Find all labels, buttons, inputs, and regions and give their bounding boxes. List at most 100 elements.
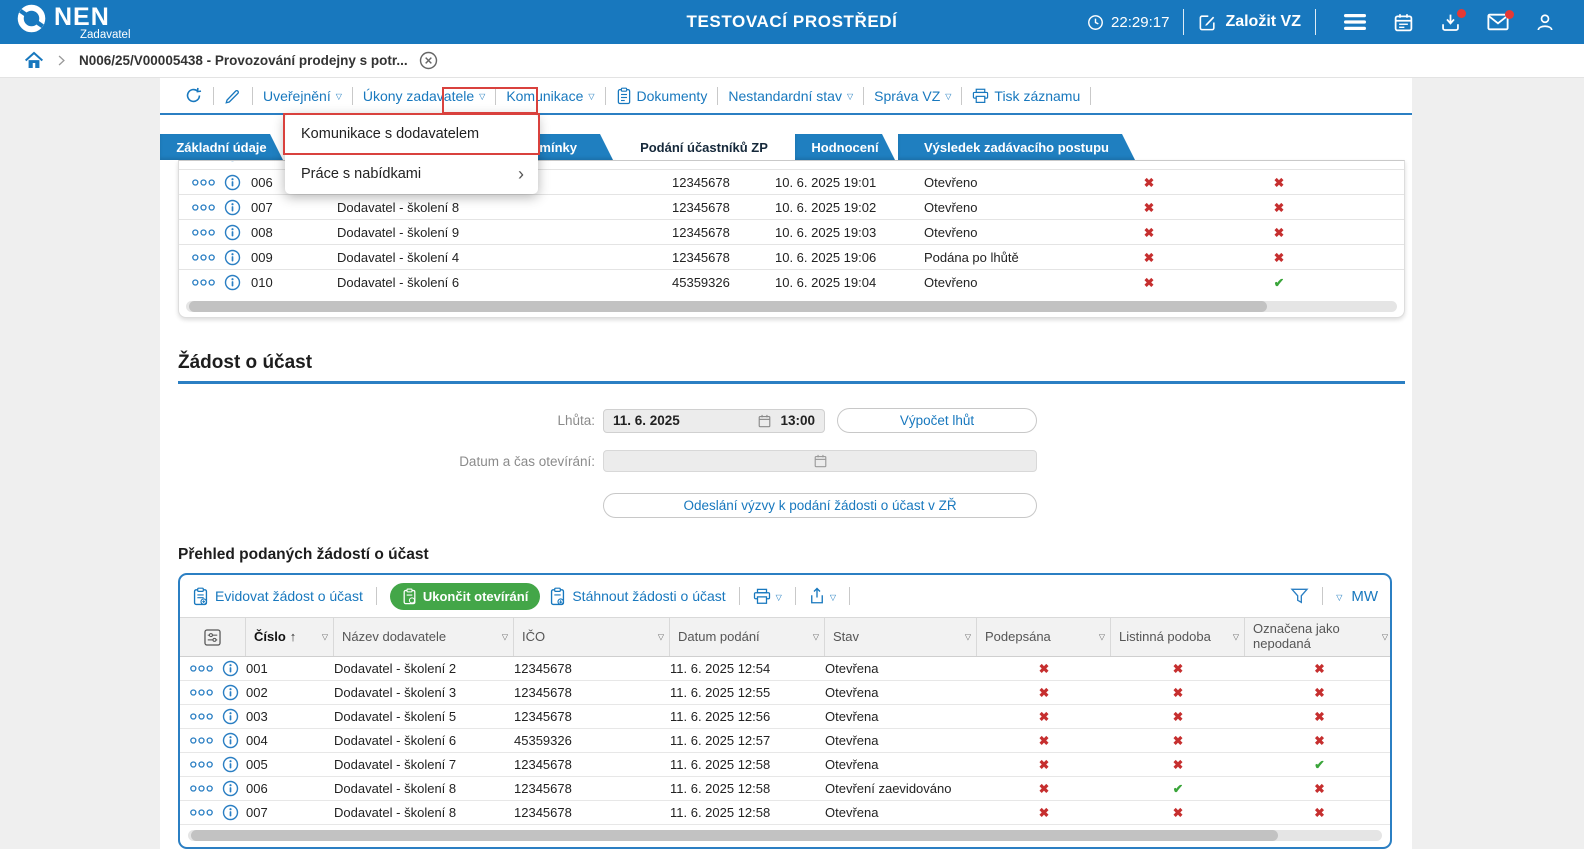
horizontal-scrollbar[interactable] bbox=[186, 301, 1397, 312]
finish-opening-button[interactable]: Ukončit otevírání bbox=[390, 583, 540, 610]
column-filter-icon[interactable]: ▽ bbox=[1099, 632, 1105, 641]
row-info-icon[interactable] bbox=[222, 708, 239, 725]
column-header-3[interactable]: IČO▽ bbox=[514, 618, 670, 656]
menu-uverejneni[interactable]: Uveřejnění▽ bbox=[263, 88, 342, 104]
filter-preset-label[interactable]: MW bbox=[1351, 588, 1378, 605]
table-row[interactable]: 004Dodavatel - školení 64535932611. 6. 2… bbox=[180, 729, 1390, 753]
calendar-small-icon[interactable] bbox=[758, 414, 771, 428]
menu-komunikace[interactable]: Komunikace▽ bbox=[506, 88, 594, 104]
row-actions-icon[interactable] bbox=[189, 784, 214, 793]
column-filter-icon[interactable]: ▽ bbox=[813, 632, 819, 641]
export-dropdown[interactable]: ▽ bbox=[809, 587, 836, 605]
menu-tisk-zaznamu[interactable]: Tisk záznamu bbox=[972, 88, 1080, 104]
menu-nestandardni-stav[interactable]: Nestandardní stav▽ bbox=[728, 88, 853, 104]
row-info-icon[interactable] bbox=[224, 274, 241, 291]
column-header-label: Podepsána bbox=[985, 630, 1051, 645]
create-vz-button[interactable]: Založit VZ bbox=[1198, 13, 1301, 32]
row-info-icon[interactable] bbox=[224, 199, 241, 216]
row-actions-icon[interactable] bbox=[189, 688, 214, 697]
row-actions-icon[interactable] bbox=[189, 808, 214, 817]
row-info-icon[interactable] bbox=[224, 224, 241, 241]
user-profile-icon[interactable] bbox=[1535, 12, 1555, 33]
row-actions bbox=[180, 732, 246, 749]
scrollbar-thumb[interactable] bbox=[191, 830, 1278, 841]
row-info-icon[interactable] bbox=[222, 804, 239, 821]
nen-logo[interactable]: NEN Zadavatel bbox=[16, 3, 110, 42]
scrollbar-thumb[interactable] bbox=[189, 301, 1267, 312]
tab-vysledek-zadavaciho-postupu[interactable]: Výsledek zadávacího postupu bbox=[898, 134, 1135, 160]
table-row[interactable]: 006Dodavatel - školení 81234567811. 6. 2… bbox=[180, 777, 1390, 801]
row-actions-icon[interactable] bbox=[191, 278, 216, 287]
filter-funnel-icon[interactable] bbox=[1290, 587, 1309, 605]
column-filter-icon[interactable]: ▽ bbox=[322, 632, 328, 641]
column-header-2[interactable]: Název dodavatele▽ bbox=[334, 618, 514, 656]
deadline-input[interactable]: 11. 6. 2025 13:00 bbox=[603, 409, 825, 433]
cell-status: Otevřeno bbox=[924, 175, 1084, 190]
breadcrumb-record-title[interactable]: N006/25/V00005438 - Provozování prodejny… bbox=[79, 53, 408, 68]
row-actions-icon[interactable] bbox=[189, 736, 214, 745]
menu-item-prace-s-nabidkami[interactable]: Práce s nabídkami › bbox=[285, 154, 538, 194]
row-info-icon[interactable] bbox=[222, 684, 239, 701]
send-invitation-button[interactable]: Odeslání výzvy k podání žádosti o účast … bbox=[603, 493, 1037, 518]
home-icon[interactable] bbox=[24, 51, 44, 70]
table-row[interactable]: 007Dodavatel - školení 81234567810. 6. 2… bbox=[179, 194, 1404, 219]
column-filter-icon[interactable]: ▽ bbox=[1233, 632, 1239, 641]
calendar-icon[interactable] bbox=[1393, 12, 1414, 33]
column-header-1[interactable]: Číslo↑▽ bbox=[246, 618, 334, 656]
menu-hamburger-icon[interactable] bbox=[1343, 13, 1367, 31]
column-header-5[interactable]: Stav▽ bbox=[825, 618, 977, 656]
table-row[interactable]: 003Dodavatel - školení 51234567811. 6. 2… bbox=[180, 705, 1390, 729]
column-filter-icon[interactable]: ▽ bbox=[502, 632, 508, 641]
menu-ukony-zadavatele[interactable]: Úkony zadavatele▽ bbox=[363, 88, 485, 104]
table-row[interactable]: 001Dodavatel - školení 21234567811. 6. 2… bbox=[180, 657, 1390, 681]
row-info-icon[interactable] bbox=[222, 756, 239, 773]
menu-dokumenty[interactable]: Dokumenty bbox=[616, 87, 708, 105]
column-header-7[interactable]: Listinná podoba▽ bbox=[1111, 618, 1245, 656]
column-header-6[interactable]: Podepsána ▽ bbox=[977, 618, 1111, 656]
sort-ascending-icon[interactable]: ↑ bbox=[290, 630, 297, 645]
row-info-icon[interactable] bbox=[222, 732, 239, 749]
download-applications-button[interactable]: Stáhnout žádosti o účast bbox=[549, 587, 725, 606]
table-row[interactable]: 008Dodavatel - školení 91234567810. 6. 2… bbox=[179, 219, 1404, 244]
refresh-icon[interactable] bbox=[184, 86, 203, 105]
row-actions-icon[interactable] bbox=[189, 712, 214, 721]
table-row[interactable]: 002Dodavatel - školení 31234567811. 6. 2… bbox=[180, 681, 1390, 705]
horizontal-scrollbar[interactable] bbox=[188, 830, 1382, 841]
column-filter-icon[interactable]: ▽ bbox=[965, 632, 971, 641]
tab-hodnoceni[interactable]: Hodnocení bbox=[795, 134, 895, 160]
deadline-date-value[interactable]: 11. 6. 2025 bbox=[613, 413, 758, 428]
close-record-icon[interactable] bbox=[419, 51, 438, 70]
table-row[interactable]: 010Dodavatel - školení 64535932610. 6. 2… bbox=[179, 269, 1404, 294]
print-dropdown[interactable]: ▽ bbox=[753, 588, 782, 605]
deadline-time-value[interactable]: 13:00 bbox=[780, 413, 815, 428]
menu-item-komunikace-s-dodavatelem[interactable]: Komunikace s dodavatelem bbox=[285, 114, 538, 154]
row-actions-icon[interactable] bbox=[191, 228, 216, 237]
row-actions-icon[interactable] bbox=[189, 760, 214, 769]
table-row[interactable]: 007Dodavatel - školení 81234567811. 6. 2… bbox=[180, 801, 1390, 825]
row-actions-icon[interactable] bbox=[191, 178, 216, 187]
calc-deadlines-button[interactable]: Výpočet lhůt bbox=[837, 408, 1037, 433]
row-info-icon[interactable] bbox=[224, 174, 241, 191]
row-info-icon[interactable] bbox=[222, 660, 239, 677]
row-actions-icon[interactable] bbox=[191, 203, 216, 212]
row-actions-icon[interactable] bbox=[191, 253, 216, 262]
tab-zakladni-udaje[interactable]: Základní údaje bbox=[160, 134, 283, 160]
column-filter-icon[interactable]: ▽ bbox=[658, 632, 664, 641]
filter-preset-arrow-icon[interactable]: ▽ bbox=[1336, 593, 1342, 602]
column-header-8[interactable]: Označena jako nepodaná▽ bbox=[1245, 618, 1392, 656]
menu-sprava-vz[interactable]: Správa VZ▽ bbox=[874, 88, 951, 104]
row-info-icon[interactable] bbox=[222, 780, 239, 797]
table-row[interactable]: 005Dodavatel - školení 71234567811. 6. 2… bbox=[180, 753, 1390, 777]
column-header-4[interactable]: Datum podání▽ bbox=[670, 618, 825, 656]
register-application-button[interactable]: Evidovat žádost o účast bbox=[192, 587, 363, 606]
tab-podani-ucastniku-zp[interactable]: Podání účastníků ZP bbox=[616, 134, 792, 160]
downloads-icon[interactable] bbox=[1440, 12, 1461, 33]
row-info-icon[interactable] bbox=[224, 161, 241, 162]
messages-icon[interactable] bbox=[1487, 13, 1509, 31]
row-actions-icon[interactable] bbox=[189, 664, 214, 673]
column-filter-icon[interactable]: ▽ bbox=[1382, 632, 1388, 641]
edit-pencil-icon[interactable] bbox=[224, 87, 242, 105]
table-row[interactable]: 009Dodavatel - školení 41234567810. 6. 2… bbox=[179, 244, 1404, 269]
row-info-icon[interactable] bbox=[224, 249, 241, 266]
column-settings-button[interactable] bbox=[180, 618, 246, 656]
